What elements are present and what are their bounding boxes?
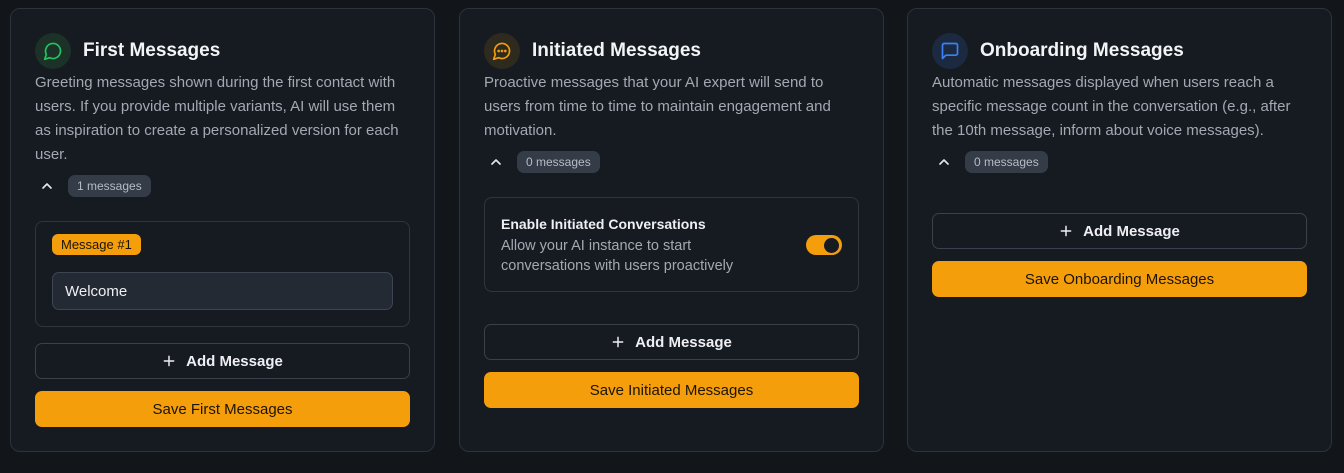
card-header: Initiated Messages (484, 33, 701, 69)
messages-count-row: 0 messages (486, 151, 600, 173)
save-first-messages-button[interactable]: Save First Messages (35, 391, 410, 427)
chevron-up-icon[interactable] (37, 176, 57, 196)
message-square-icon (932, 33, 968, 69)
messages-count-badge: 0 messages (965, 151, 1048, 173)
add-message-button[interactable]: Add Message (35, 343, 410, 379)
toggle-description: Allow your AI instance to start conversa… (501, 238, 734, 274)
messages-count-badge: 0 messages (517, 151, 600, 173)
toggle-title: Enable Initiated Conversations (501, 216, 706, 232)
card-description: Proactive messages that your AI expert w… (484, 74, 831, 139)
card-description: Automatic messages displayed when users … (932, 74, 1291, 139)
card-title: First Messages (83, 40, 221, 61)
add-message-label: Add Message (635, 333, 732, 351)
chevron-up-icon[interactable] (934, 152, 954, 172)
card-header: First Messages (35, 33, 220, 69)
messages-count-row: 0 messages (934, 151, 1048, 173)
card-description: Greeting messages shown during the first… (35, 74, 399, 163)
onboarding-messages-card: Onboarding Messages Automatic messages d… (907, 8, 1332, 452)
message-number-tag: Message #1 (52, 234, 141, 255)
enable-initiated-toggle[interactable] (806, 235, 842, 255)
add-message-label: Add Message (1083, 222, 1180, 240)
messages-count-badge: 1 messages (68, 175, 151, 197)
message-text-input[interactable] (52, 272, 393, 310)
chat-dots-icon (484, 33, 520, 69)
chevron-up-icon[interactable] (486, 152, 506, 172)
card-title: Initiated Messages (532, 40, 701, 61)
toggle-knob (824, 237, 839, 253)
plus-icon (611, 335, 625, 349)
initiated-conversations-setting: Enable Initiated Conversations Allow you… (484, 197, 859, 292)
message-item: Message #1 (35, 221, 410, 327)
save-onboarding-messages-button[interactable]: Save Onboarding Messages (932, 261, 1307, 297)
plus-icon (162, 354, 176, 368)
messages-count-row: 1 messages (37, 175, 151, 197)
plus-icon (1059, 224, 1073, 238)
add-message-button[interactable]: Add Message (484, 324, 859, 360)
card-header: Onboarding Messages (932, 33, 1184, 69)
save-initiated-messages-button[interactable]: Save Initiated Messages (484, 372, 859, 408)
add-message-label: Add Message (186, 352, 283, 370)
chat-bubble-icon (35, 33, 71, 69)
first-messages-card: First Messages Greeting messages shown d… (10, 8, 435, 452)
initiated-messages-card: Initiated Messages Proactive messages th… (459, 8, 884, 452)
card-title: Onboarding Messages (980, 40, 1184, 61)
add-message-button[interactable]: Add Message (932, 213, 1307, 249)
